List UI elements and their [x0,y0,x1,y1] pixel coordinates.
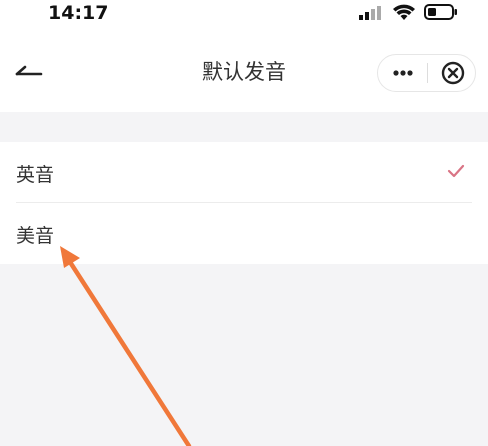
mini-program-capsule [377,54,476,92]
option-british[interactable]: 英音 [0,142,488,203]
signal-icon [359,6,381,20]
more-dots-icon[interactable] [378,55,428,91]
pronunciation-option-list: 英音 美音 [0,142,488,264]
status-time: 14:17 [48,2,109,24]
option-label: 英音 [16,164,55,186]
option-american[interactable]: 美音 [0,203,488,264]
nav-bar: 默认发音 [0,34,488,112]
close-circle-icon[interactable] [428,55,476,91]
battery-icon [424,4,457,20]
wifi-icon [393,4,415,20]
option-label: 美音 [16,225,55,247]
check-icon [447,164,465,178]
screen: 14:17 默认发音 英音 美音 [0,0,488,446]
status-bar: 14:17 [0,0,488,34]
